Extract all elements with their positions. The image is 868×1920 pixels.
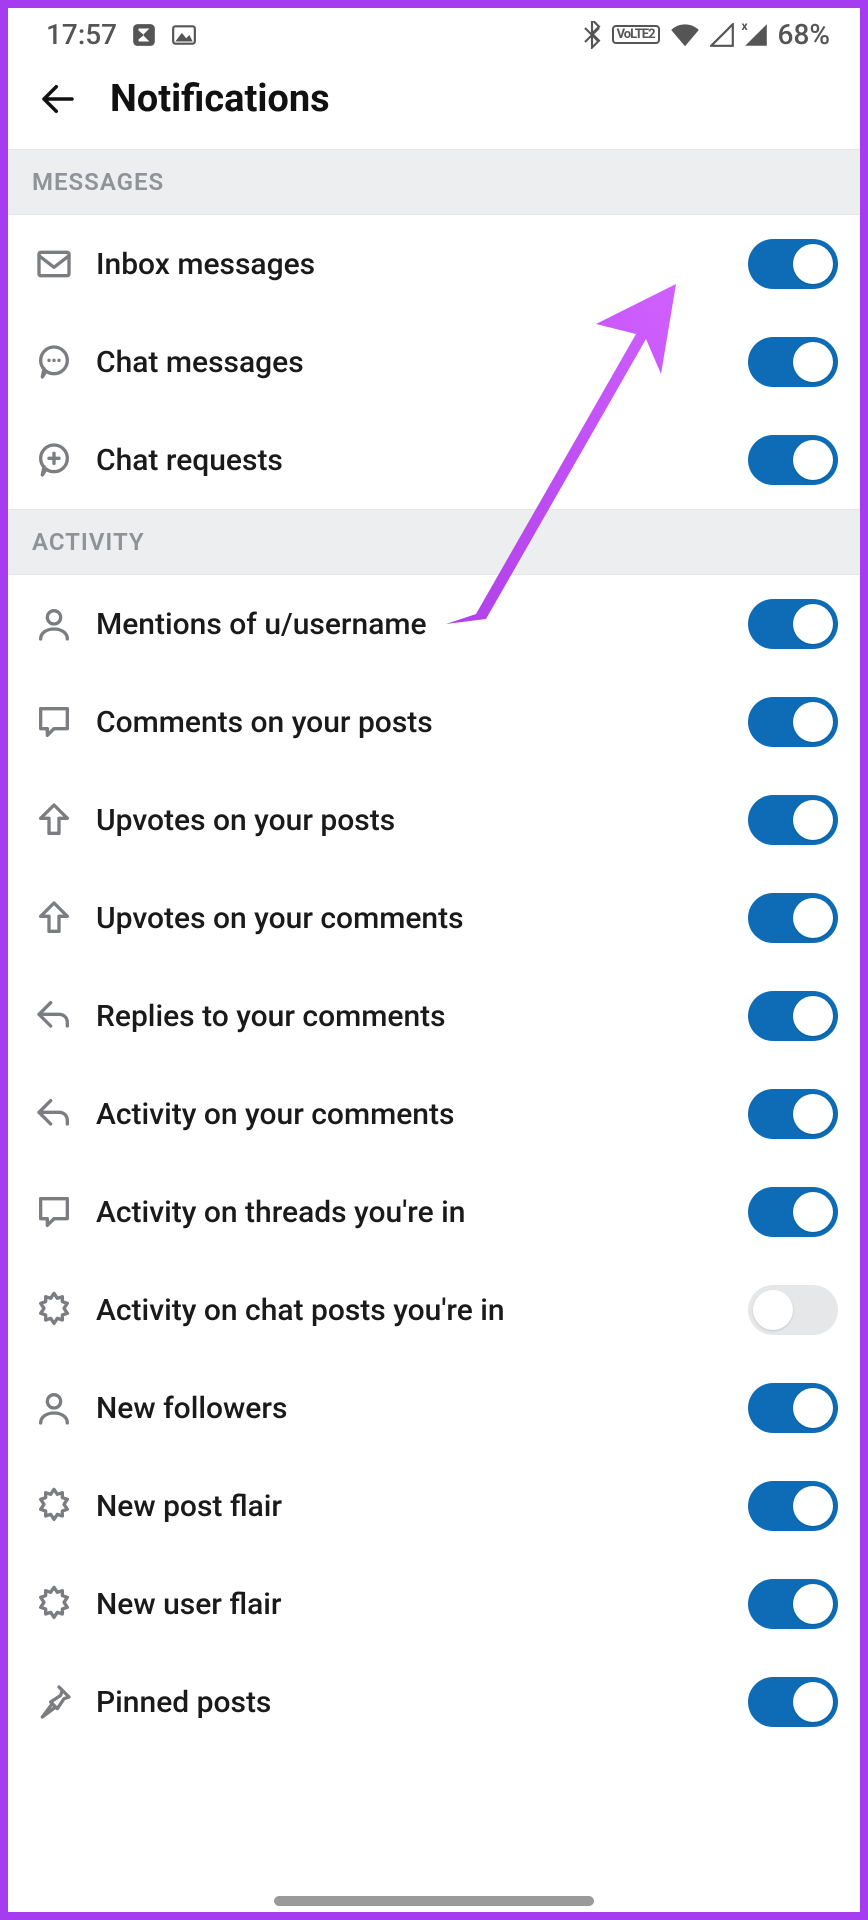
- setting-label: Upvotes on your comments: [76, 901, 748, 936]
- setting-label: Mentions of u/username: [76, 607, 748, 642]
- setting-row-upvotes-comments[interactable]: Upvotes on your comments: [8, 869, 860, 967]
- page-title: Notifications: [110, 77, 330, 121]
- chat-dots-icon: [32, 340, 76, 384]
- setting-row-new-post-flair[interactable]: New post flair: [8, 1457, 860, 1555]
- setting-row-chat-requests[interactable]: Chat requests: [8, 411, 860, 509]
- pin-icon: [32, 1680, 76, 1724]
- toggle-replies-comments[interactable]: [748, 991, 838, 1041]
- setting-label: Inbox messages: [76, 247, 748, 282]
- wifi-icon: [670, 23, 700, 47]
- toggle-mentions[interactable]: [748, 599, 838, 649]
- section-header-messages: MESSAGES: [8, 149, 860, 215]
- user-icon: [32, 602, 76, 646]
- reply-icon: [32, 1092, 76, 1136]
- envelope-icon: [32, 242, 76, 286]
- back-button[interactable]: [36, 77, 80, 121]
- setting-label: New post flair: [76, 1489, 748, 1524]
- toggle-activity-chat-posts[interactable]: [748, 1285, 838, 1335]
- toggle-upvotes-posts[interactable]: [748, 795, 838, 845]
- setting-label: Pinned posts: [76, 1685, 748, 1720]
- section-header-activity: ACTIVITY: [8, 509, 860, 575]
- toggle-activity-threads[interactable]: [748, 1187, 838, 1237]
- setting-label: Comments on your posts: [76, 705, 748, 740]
- burst-icon: [32, 1484, 76, 1528]
- toggle-chat-messages[interactable]: [748, 337, 838, 387]
- comment-icon: [32, 1190, 76, 1234]
- sigma-app-icon: [131, 22, 157, 48]
- settings-list: MESSAGES Inbox messages Chat messages Chat …: [8, 149, 860, 1751]
- volte-icon: VoLTE2: [612, 25, 660, 44]
- setting-label: Replies to your comments: [76, 999, 748, 1034]
- app-header: Notifications: [8, 57, 860, 149]
- setting-label: New user flair: [76, 1587, 748, 1622]
- home-indicator: [274, 1896, 594, 1906]
- setting-row-new-followers[interactable]: New followers: [8, 1359, 860, 1457]
- status-bar: 17:57 VoLTE2 x 6: [8, 8, 860, 57]
- burst-icon: [32, 1582, 76, 1626]
- upvote-icon: [32, 896, 76, 940]
- setting-label: Chat requests: [76, 443, 748, 478]
- setting-row-activity-chat-posts[interactable]: Activity on chat posts you're in: [8, 1261, 860, 1359]
- signal-2-icon: x: [744, 23, 768, 47]
- toggle-upvotes-comments[interactable]: [748, 893, 838, 943]
- gallery-app-icon: [171, 22, 197, 48]
- setting-label: New followers: [76, 1391, 748, 1426]
- user-icon: [32, 1386, 76, 1430]
- toggle-new-user-flair[interactable]: [748, 1579, 838, 1629]
- setting-label: Upvotes on your posts: [76, 803, 748, 838]
- toggle-chat-requests[interactable]: [748, 435, 838, 485]
- bluetooth-icon: [582, 21, 602, 49]
- setting-row-upvotes-posts[interactable]: Upvotes on your posts: [8, 771, 860, 869]
- toggle-pinned-posts[interactable]: [748, 1677, 838, 1727]
- setting-label: Activity on your comments: [76, 1097, 748, 1132]
- setting-label: Chat messages: [76, 345, 748, 380]
- toggle-activity-comments[interactable]: [748, 1089, 838, 1139]
- toggle-comments-posts[interactable]: [748, 697, 838, 747]
- toggle-inbox-messages[interactable]: [748, 239, 838, 289]
- setting-label: Activity on chat posts you're in: [76, 1293, 748, 1328]
- chat-plus-icon: [32, 438, 76, 482]
- comment-icon: [32, 700, 76, 744]
- signal-1-icon: [710, 23, 734, 47]
- setting-row-pinned-posts[interactable]: Pinned posts: [8, 1653, 860, 1751]
- setting-row-mentions[interactable]: Mentions of u/username: [8, 575, 860, 673]
- upvote-icon: [32, 798, 76, 842]
- setting-row-activity-threads[interactable]: Activity on threads you're in: [8, 1163, 860, 1261]
- battery-percent: 68%: [778, 18, 830, 51]
- setting-row-inbox-messages[interactable]: Inbox messages: [8, 215, 860, 313]
- setting-row-replies-comments[interactable]: Replies to your comments: [8, 967, 860, 1065]
- setting-row-chat-messages[interactable]: Chat messages: [8, 313, 860, 411]
- setting-row-activity-comments[interactable]: Activity on your comments: [8, 1065, 860, 1163]
- setting-label: Activity on threads you're in: [76, 1195, 748, 1230]
- status-time: 17:57: [46, 18, 117, 51]
- setting-row-new-user-flair[interactable]: New user flair: [8, 1555, 860, 1653]
- toggle-new-followers[interactable]: [748, 1383, 838, 1433]
- burst-icon: [32, 1288, 76, 1332]
- reply-icon: [32, 994, 76, 1038]
- setting-row-comments-posts[interactable]: Comments on your posts: [8, 673, 860, 771]
- toggle-new-post-flair[interactable]: [748, 1481, 838, 1531]
